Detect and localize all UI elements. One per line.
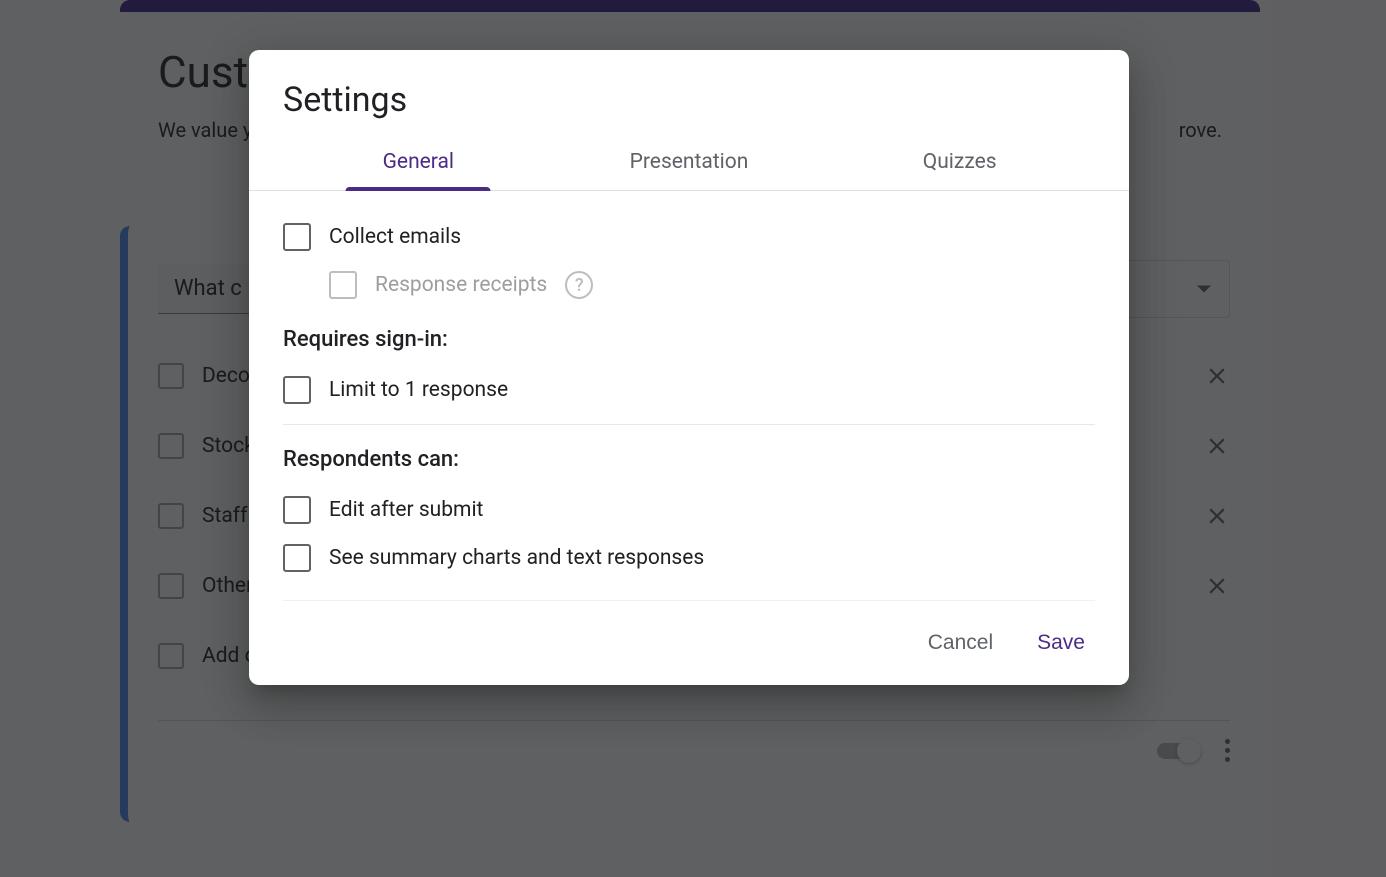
collect-emails-checkbox[interactable] xyxy=(283,223,311,251)
section-divider xyxy=(283,424,1095,425)
collect-emails-label: Collect emails xyxy=(329,225,461,249)
dialog-tabs: General Presentation Quizzes xyxy=(249,132,1129,191)
edit-after-submit-row: Edit after submit xyxy=(283,496,1095,524)
cancel-button[interactable]: Cancel xyxy=(924,623,997,663)
edit-after-submit-label: Edit after submit xyxy=(329,498,483,522)
dialog-title: Settings xyxy=(249,50,1129,132)
tab-general[interactable]: General xyxy=(283,132,554,190)
edit-after-submit-checkbox[interactable] xyxy=(283,496,311,524)
see-summary-label: See summary charts and text responses xyxy=(329,546,704,570)
save-button[interactable]: Save xyxy=(1033,623,1089,663)
tab-quizzes[interactable]: Quizzes xyxy=(824,132,1095,190)
requires-signin-heading: Requires sign-in: xyxy=(283,327,1095,352)
collect-emails-row: Collect emails xyxy=(283,223,1095,251)
response-receipts-row: Response receipts ? xyxy=(329,271,1095,299)
settings-dialog: Settings General Presentation Quizzes Co… xyxy=(249,50,1129,685)
see-summary-checkbox[interactable] xyxy=(283,544,311,572)
response-receipts-label: Response receipts xyxy=(375,273,547,297)
dialog-actions: Cancel Save xyxy=(249,619,1129,663)
limit-response-label: Limit to 1 response xyxy=(329,378,508,402)
limit-response-checkbox[interactable] xyxy=(283,376,311,404)
response-receipts-checkbox xyxy=(329,271,357,299)
footer-divider xyxy=(283,600,1095,601)
limit-response-row: Limit to 1 response xyxy=(283,376,1095,404)
tab-presentation[interactable]: Presentation xyxy=(554,132,825,190)
see-summary-row: See summary charts and text responses xyxy=(283,544,1095,572)
dialog-body: Collect emails Response receipts ? Requi… xyxy=(249,191,1129,601)
help-icon[interactable]: ? xyxy=(565,271,593,299)
respondents-can-heading: Respondents can: xyxy=(283,447,1095,472)
